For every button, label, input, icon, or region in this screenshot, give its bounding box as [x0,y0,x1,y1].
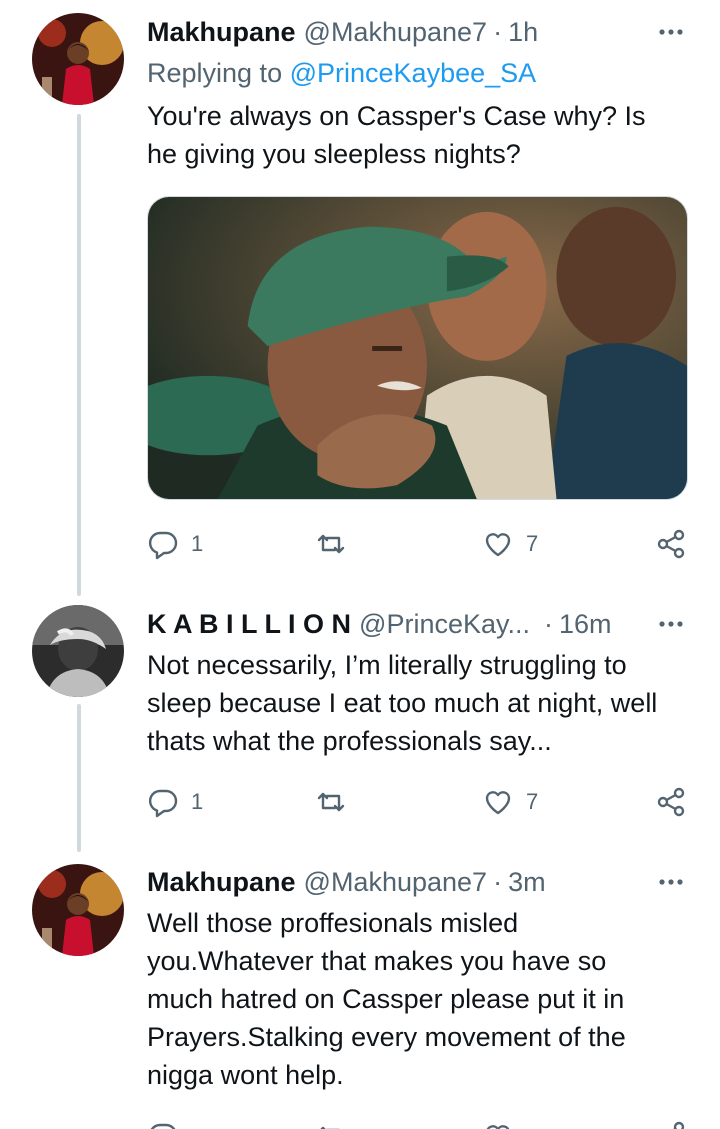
tweet-text-line: Not necessarily, I’m literally strugglin… [147,650,627,680]
reply-button[interactable]: 1 [147,526,203,562]
retweet-icon [317,534,345,554]
tweet-text-line: he giving you sleepless nights? [147,139,521,169]
tweet[interactable]: Makhupane @Makhupane7 · 1h Replying to @… [0,0,720,590]
heart-icon [485,533,511,557]
tweet-header: Makhupane @Makhupane7 · 3m [147,865,700,899]
like-button[interactable]: 7 [482,526,538,562]
tweet-header: Makhupane @Makhupane7 · 1h [147,15,700,49]
retweet-button[interactable] [315,1118,347,1129]
tweet-text-line: Prayers.Stalking every movement of the [147,1022,626,1052]
reply-button[interactable] [147,1118,179,1129]
display-name[interactable]: Makhupane [147,867,296,898]
timestamp[interactable]: 16m [559,609,612,640]
more-horizontal-icon[interactable] [654,15,688,49]
like-button[interactable] [482,1118,514,1129]
tweet-text-line: much hatred on Cassper please put it in [147,984,625,1014]
tweet-text-line: nigga wont help. [147,1060,344,1090]
replying-to-label: Replying to [147,58,283,88]
tweet-text: Well those proffesionals misled you.What… [147,904,696,1094]
tweet[interactable]: K A B I L L I O N @PrinceKay... · 16m No… [0,590,720,852]
separator-dot: · [493,866,503,897]
retweet-icon [320,1126,340,1129]
tweet-text-line: sleep because I eat too much at night, w… [147,688,658,718]
reply-count: 1 [191,531,204,556]
share-icon [673,1121,685,1129]
timestamp[interactable]: 3m [508,867,546,898]
replying-to-mention[interactable]: @PrinceKaybee_SA [290,58,537,88]
reply-count: 1 [191,789,204,814]
user-handle[interactable]: @PrinceKay... [359,609,530,640]
tweet-text-line: You're always on Cassper's Case why? Is [147,101,646,131]
reply-bubble-icon [148,789,178,818]
tweet-text: Not necessarily, I’m literally strugglin… [147,646,696,760]
separator-dot: · [544,608,553,639]
timestamp[interactable]: 1h [508,17,538,48]
user-handle[interactable]: @Makhupane7 [304,17,488,48]
avatar[interactable] [32,864,124,956]
display-name[interactable]: K A B I L L I O N [147,609,351,640]
display-name[interactable]: Makhupane [147,17,296,48]
share-icon [657,787,685,817]
tweet-text-line: you.Whatever that makes you have so [147,946,607,976]
reply-button[interactable]: 1 [147,784,203,820]
more-horizontal-icon[interactable] [654,865,688,899]
tweet-media-image[interactable] [147,196,688,500]
heart-icon [486,1125,510,1129]
like-count: 7 [526,789,539,814]
tweet-actions: 1 7 [147,526,693,562]
share-button[interactable] [655,526,687,562]
retweet-icon [317,792,345,812]
avatar[interactable] [32,605,124,697]
avatar[interactable] [32,13,124,105]
like-button[interactable]: 7 [482,784,538,820]
reply-bubble-icon [148,531,178,560]
retweet-button[interactable] [315,784,347,820]
reply-bubble-icon [150,1123,176,1129]
heart-icon [485,791,511,815]
tweet-text-line: thats what the professionals say... [147,726,552,756]
more-horizontal-icon[interactable] [654,607,688,641]
user-handle[interactable]: @Makhupane7 [304,867,488,898]
tweet[interactable]: Makhupane @Makhupane7 · 3m Well those pr… [0,852,720,1129]
tweet-actions [147,1118,693,1129]
tweet-actions: 1 7 [147,784,693,820]
retweet-button[interactable] [315,526,347,562]
tweet-text: You're always on Cassper's Case why? Is … [147,97,696,173]
separator-dot: · [493,16,503,47]
replying-to: Replying to @PrinceKaybee_SA [147,58,536,89]
tweet-header: K A B I L L I O N @PrinceKay... · 16m [147,607,700,641]
like-count: 7 [526,531,539,556]
share-button[interactable] [655,1118,687,1129]
tweet-text-line: Well those proffesionals misled [147,908,519,938]
share-button[interactable] [655,784,687,820]
share-icon [657,529,685,559]
